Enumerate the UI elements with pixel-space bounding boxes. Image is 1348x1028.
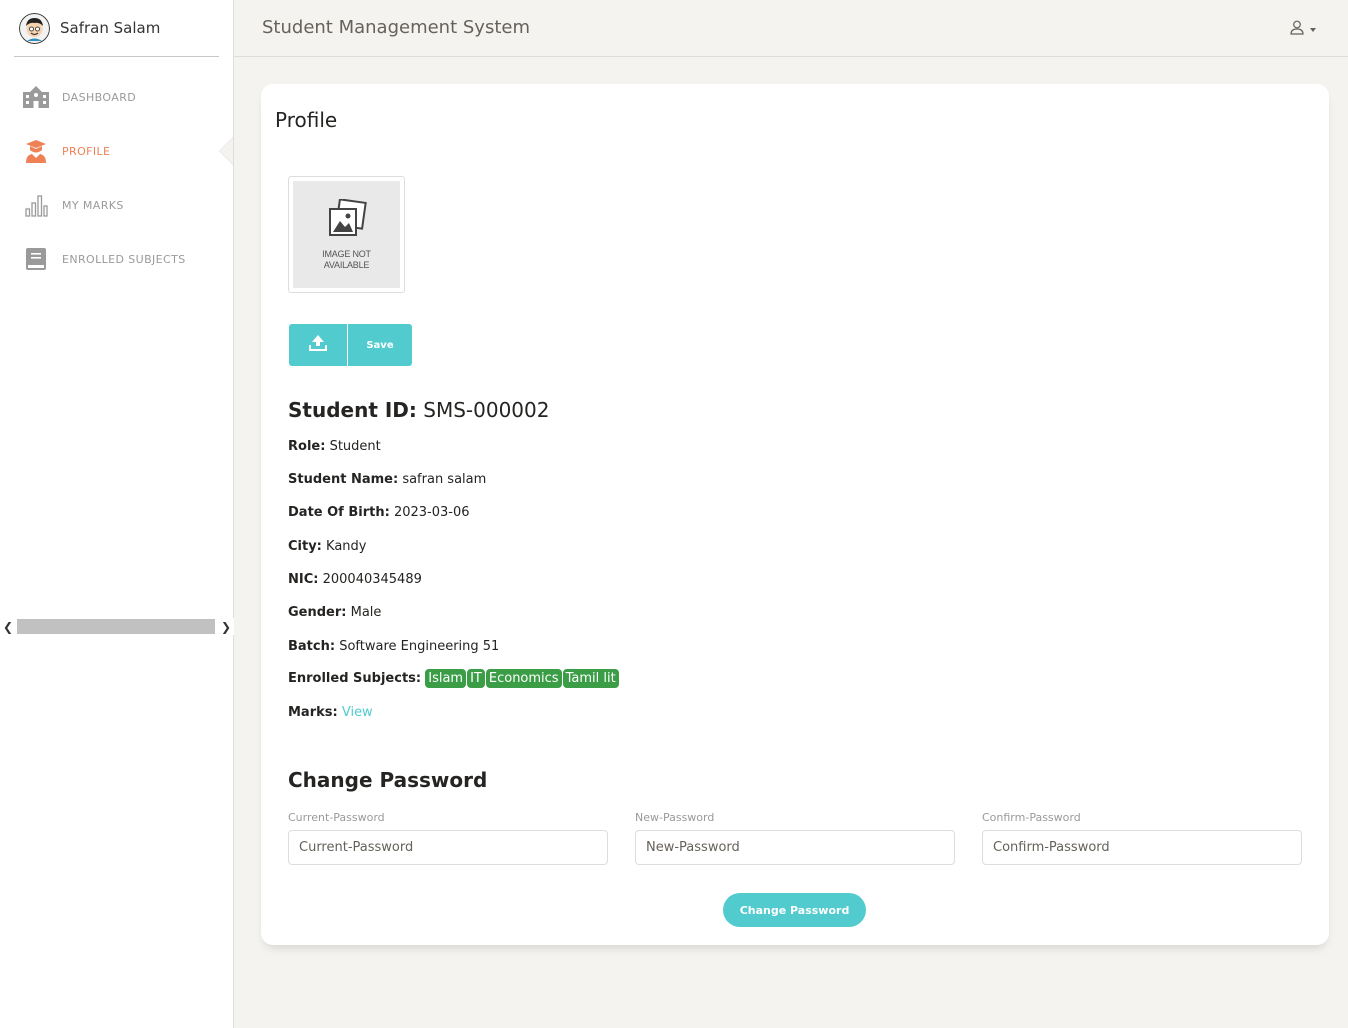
marks-field: Marks: View	[288, 705, 373, 720]
user-menu-dropdown[interactable]	[1290, 20, 1316, 39]
current-password-input[interactable]	[288, 830, 608, 865]
upload-button[interactable]	[289, 324, 347, 366]
student-id-label: Student ID:	[288, 398, 417, 422]
gender-value: Male	[350, 605, 382, 620]
city-field: City: Kandy	[288, 539, 366, 554]
nic-label: NIC:	[288, 572, 319, 587]
graduate-student-icon	[22, 137, 50, 165]
bar-chart-icon	[22, 191, 50, 219]
city-label: City:	[288, 539, 322, 554]
image-placeholder-text: IMAGE NOT AVAILABLE	[322, 249, 371, 271]
sidebar-item-my-marks[interactable]: MY MARKS	[0, 178, 233, 232]
active-indicator	[219, 137, 233, 165]
sidebar-item-label: ENROLLED SUBJECTS	[62, 252, 186, 266]
subject-badge: Tamil lit	[562, 669, 619, 688]
sidebar-user: Safran Salam	[14, 0, 219, 57]
marks-label: Marks:	[288, 705, 338, 720]
sidebar-item-profile[interactable]: PROFILE	[0, 124, 233, 178]
horizontal-scrollbar[interactable]: ❮ ❯	[0, 618, 234, 635]
image-actions: Save	[289, 324, 412, 366]
sidebar-nav: DASHBOARD PROFILE MY MARKS ENROLLED SUBJ…	[0, 70, 233, 286]
image-placeholder: IMAGE NOT AVAILABLE	[293, 181, 400, 288]
change-password-title: Change Password	[288, 768, 488, 792]
sidebar-item-enrolled-subjects[interactable]: ENROLLED SUBJECTS	[0, 232, 233, 286]
scrollbar-thumb[interactable]	[17, 619, 215, 634]
sidebar-item-label: PROFILE	[62, 144, 111, 158]
role-field: Role: Student	[288, 439, 381, 454]
sidebar-item-label: MY MARKS	[62, 198, 124, 212]
avatar[interactable]	[19, 13, 50, 44]
confirm-password-input[interactable]	[982, 830, 1302, 865]
subject-badge: IT	[467, 669, 485, 688]
current-password-label: Current-Password	[288, 811, 385, 824]
dob-label: Date Of Birth:	[288, 505, 390, 520]
student-name-field: Student Name: safran salam	[288, 472, 486, 487]
city-value: Kandy	[326, 539, 367, 554]
profile-card: Profile IMAGE NOT AVAILABLE Save Student…	[261, 84, 1329, 945]
sidebar-item-dashboard[interactable]: DASHBOARD	[0, 70, 233, 124]
school-building-icon	[22, 83, 50, 111]
sidebar: Safran Salam DASHBOARD PROFILE MY MARKS …	[0, 0, 234, 1028]
subject-badge: Economics	[485, 669, 562, 688]
batch-label: Batch:	[288, 639, 336, 654]
image-icon	[326, 197, 368, 243]
nic-value: 200040345489	[322, 572, 422, 587]
user-name: Safran Salam	[60, 19, 161, 37]
nic-field: NIC: 200040345489	[288, 572, 422, 587]
student-name-value: safran salam	[402, 472, 487, 487]
image-placeholder-line2: AVAILABLE	[323, 259, 370, 270]
new-password-input[interactable]	[635, 830, 955, 865]
batch-value: Software Engineering 51	[339, 639, 500, 654]
enrolled-subjects-field: Enrolled Subjects: Islam IT Economics Tamil…	[288, 669, 620, 688]
profile-image: IMAGE NOT AVAILABLE	[288, 176, 405, 293]
student-id-value: SMS-000002	[423, 398, 550, 422]
new-password-group: New-Password	[635, 811, 955, 865]
image-placeholder-line1: IMAGE NOT	[322, 248, 371, 259]
student-name-label: Student Name:	[288, 472, 399, 487]
dob-field: Date Of Birth: 2023-03-06	[288, 505, 470, 520]
confirm-password-label: Confirm-Password	[982, 811, 1081, 824]
change-password-button[interactable]: Change Password	[723, 893, 866, 927]
user-icon	[1290, 20, 1304, 39]
role-label: Role:	[288, 439, 326, 454]
scroll-left-arrow-icon[interactable]: ❮	[0, 618, 16, 635]
dob-value: 2023-03-06	[393, 505, 470, 520]
chevron-down-icon	[1310, 27, 1316, 32]
subject-badge: Islam	[425, 669, 467, 688]
view-marks-link[interactable]: View	[342, 705, 373, 720]
role-value: Student	[329, 439, 381, 454]
save-button[interactable]: Save	[348, 324, 412, 366]
confirm-password-group: Confirm-Password	[982, 811, 1302, 865]
student-id: Student ID: SMS-000002	[288, 398, 549, 422]
upload-icon	[308, 334, 328, 356]
page-title: Profile	[275, 108, 338, 132]
sidebar-item-label: DASHBOARD	[62, 90, 137, 104]
gender-field: Gender: Male	[288, 605, 381, 620]
top-navbar: Student Management System	[234, 0, 1348, 57]
app-title[interactable]: Student Management System	[262, 17, 530, 38]
enrolled-subjects-label: Enrolled Subjects:	[288, 671, 422, 686]
current-password-group: Current-Password	[288, 811, 608, 865]
book-icon	[22, 245, 50, 273]
gender-label: Gender:	[288, 605, 347, 620]
new-password-label: New-Password	[635, 811, 715, 824]
batch-field: Batch: Software Engineering 51	[288, 639, 499, 654]
scroll-right-arrow-icon[interactable]: ❯	[218, 618, 234, 635]
